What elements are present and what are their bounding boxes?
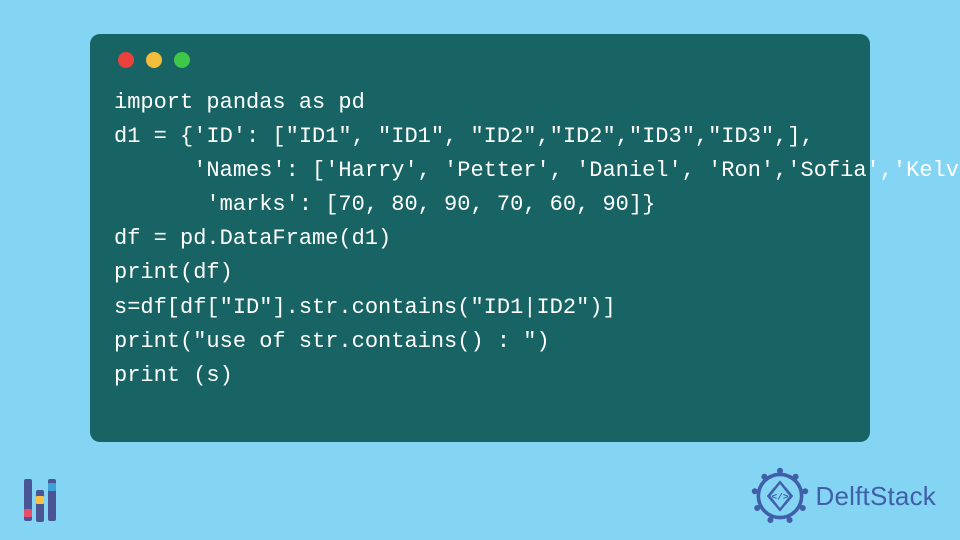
code-block: import pandas as pd d1 = {'ID': ["ID1", … — [114, 86, 846, 393]
minimize-icon — [146, 52, 162, 68]
maximize-icon — [174, 52, 190, 68]
brand-logo: </> DelftStack — [750, 466, 937, 526]
close-icon — [118, 52, 134, 68]
window-controls — [118, 52, 846, 68]
gear-badge-icon: </> — [750, 466, 810, 526]
brand-name: DelftStack — [816, 481, 937, 512]
svg-text:</>: </> — [771, 492, 789, 503]
code-panel: import pandas as pd d1 = {'ID': ["ID1", … — [90, 34, 870, 442]
left-logo-icon — [24, 478, 56, 522]
